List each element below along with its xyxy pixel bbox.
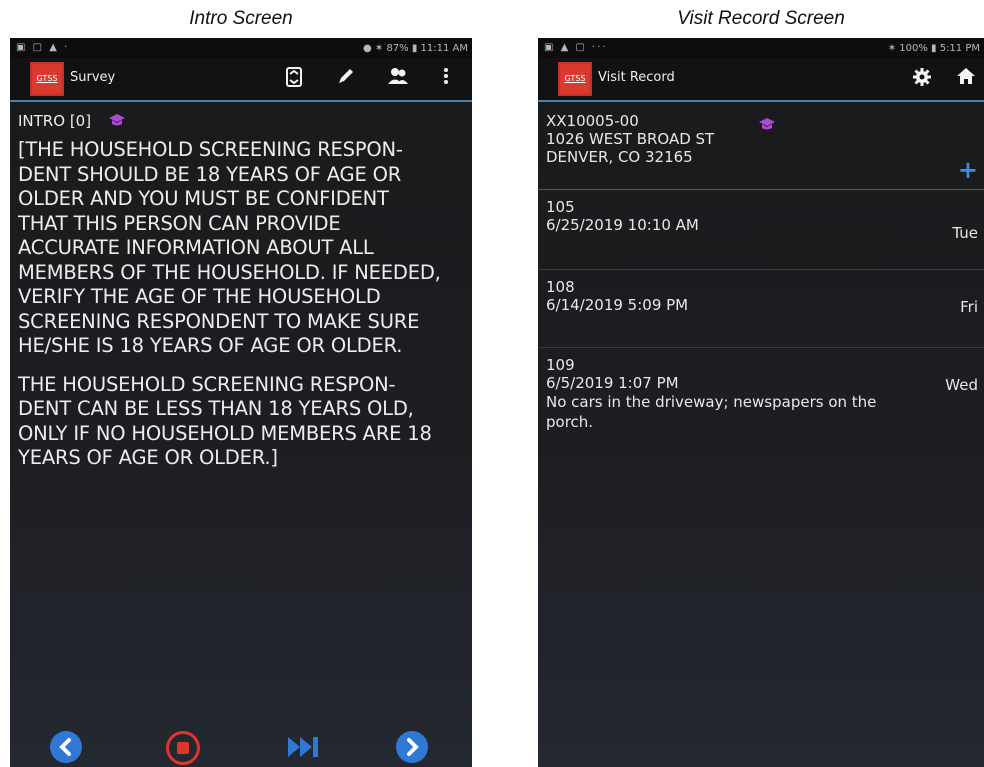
stop-icon xyxy=(177,742,189,754)
pencil-icon[interactable] xyxy=(334,67,358,91)
app-logo: GTSS xyxy=(30,62,64,96)
visit-day: Wed xyxy=(945,376,978,394)
app-bar: GTSS Survey xyxy=(10,58,472,102)
app-bar: GTSS Visit Record xyxy=(538,58,984,102)
status-system-info: ✶ 100% ▮ 5:11 PM xyxy=(887,43,980,54)
status-system-info: ● ✶ 87% ▮ 11:11 AM xyxy=(362,43,468,54)
skip-forward-icon xyxy=(288,737,318,757)
intro-screen-caption: Intro Screen xyxy=(189,8,293,29)
question-index: [0] xyxy=(69,112,92,130)
status-bar: ▣ ▢ ▲ · ● ✶ 87% ▮ 11:11 AM xyxy=(10,38,472,58)
next-button[interactable] xyxy=(396,731,428,763)
list-item[interactable]: 108 6/14/2019 5:09 PM Fri xyxy=(538,270,984,348)
add-icon[interactable]: + xyxy=(958,158,978,182)
visit-code: 105 xyxy=(546,198,575,216)
visit-note: No cars in the driveway; newspapers on t… xyxy=(546,393,877,431)
navigation-bar xyxy=(10,727,472,767)
case-address-block: XX10005-00 1026 WEST BROAD ST DENVER, CO… xyxy=(538,102,984,190)
app-title: Survey xyxy=(70,70,116,85)
visit-record-screen: ▣ ▲ ▢ ··· ✶ 100% ▮ 5:11 PM GTSS Visit Re… xyxy=(538,38,984,767)
stop-button[interactable] xyxy=(166,731,200,765)
home-icon[interactable] xyxy=(954,67,978,91)
status-notification-icons: ▣ ▲ ▢ ··· xyxy=(544,42,608,53)
visit-day: Fri xyxy=(960,298,978,316)
question-header: INTRO [0] xyxy=(18,112,472,130)
intro-paragraph-1: [THE HOUSEHOLD SCREENING RESPON- DENT SH… xyxy=(18,138,441,357)
list-item[interactable]: 109 6/5/2019 1:07 PM Wed No cars in the … xyxy=(538,348,984,448)
overflow-menu-icon[interactable] xyxy=(434,67,458,91)
app-logo: GTSS xyxy=(558,62,592,96)
back-button[interactable] xyxy=(50,731,82,763)
status-bar: ▣ ▲ ▢ ··· ✶ 100% ▮ 5:11 PM xyxy=(538,38,984,58)
question-label: INTRO xyxy=(18,112,66,130)
status-notification-icons: ▣ ▢ ▲ · xyxy=(16,42,70,53)
visit-code: 108 xyxy=(546,278,575,296)
next-icon xyxy=(407,738,419,756)
visit-datetime: 6/5/2019 1:07 PM xyxy=(546,374,679,392)
visit-datetime: 6/25/2019 10:10 AM xyxy=(546,216,699,234)
visit-code: 109 xyxy=(546,356,575,374)
intro-content: INTRO [0] [THE HOUSEHOLD SCREENING RESPO… xyxy=(10,102,472,471)
app-title: Visit Record xyxy=(598,70,675,85)
case-city: DENVER, CO 32165 xyxy=(546,148,693,166)
visit-datetime: 6/14/2019 5:09 PM xyxy=(546,296,689,314)
back-icon xyxy=(59,738,71,756)
people-icon[interactable] xyxy=(386,67,410,91)
intro-paragraph-2: THE HOUSEHOLD SCREENING RESPON- DENT CAN… xyxy=(18,372,432,470)
list-item[interactable]: 105 6/25/2019 10:10 AM Tue xyxy=(538,190,984,270)
skip-forward-button[interactable] xyxy=(284,731,324,763)
visit-day: Tue xyxy=(952,224,978,242)
visit-record-screen-caption: Visit Record Screen xyxy=(677,8,845,29)
mortarboard-icon[interactable] xyxy=(758,116,776,134)
swap-icon[interactable] xyxy=(282,67,306,93)
mortarboard-icon[interactable] xyxy=(108,112,126,130)
intro-screen: ▣ ▢ ▲ · ● ✶ 87% ▮ 11:11 AM GTSS Survey I… xyxy=(10,38,472,767)
gear-icon[interactable] xyxy=(910,67,934,93)
